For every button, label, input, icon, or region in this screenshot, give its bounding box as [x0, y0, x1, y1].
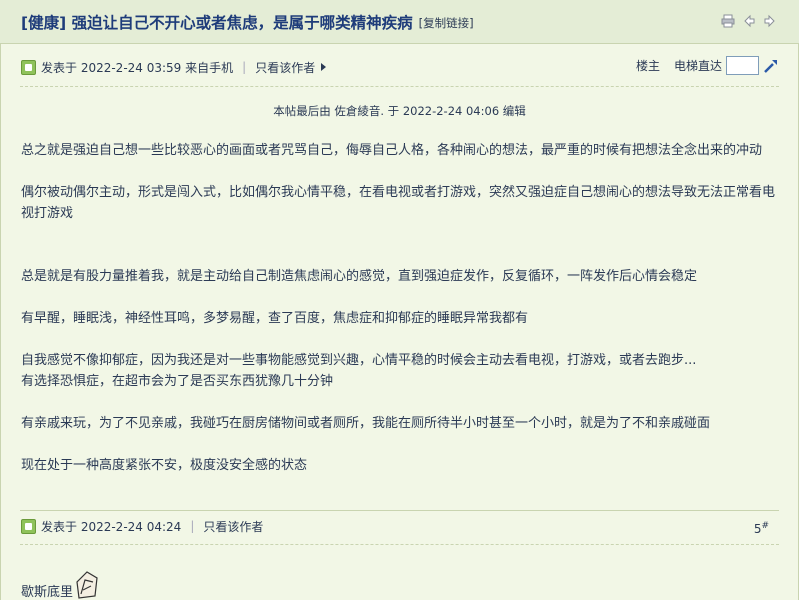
triangle-right-icon [321, 63, 327, 71]
post-paragraph: 总之就是强迫自己想一些比较恶心的画面或者咒骂自己，侮辱自己人格，各种闹心的想法，… [21, 143, 763, 158]
post2-only-author-link[interactable]: 只看该作者 [203, 518, 263, 535]
copy-link-button[interactable]: [复制链接] [419, 15, 474, 31]
post2-divider [20, 544, 779, 545]
print-icon[interactable] [721, 14, 735, 28]
post2-posted-time: 发表于 2022-2-24 04:24 [41, 519, 182, 534]
post-paragraph: 自我感觉不像抑郁症，因为我还是对一些事物能感觉到兴趣，心情平稳的时候会主动去看电… [21, 353, 697, 368]
post2-meta: 发表于 2022-2-24 04:24 | 只看该作者 [21, 517, 263, 535]
floor-suffix: # [761, 521, 769, 531]
floor-label: 楼主 [635, 59, 660, 73]
meta-separator: | [242, 60, 247, 74]
online-user-icon [21, 59, 36, 75]
thread-title-bar: [健康] 强迫让自己不开心或者焦虑，是属于哪类精神疾病 [复制链接] [0, 0, 799, 44]
floor-number[interactable]: 5# [754, 521, 769, 536]
jump-go-icon[interactable] [763, 58, 779, 74]
post1-posted-time: 发表于 2022-2-24 03:59 来自手机 [41, 60, 234, 75]
edit-note: 本帖最后由 佐倉綾音. 于 2022-2-24 04:06 编辑 [273, 104, 526, 118]
jump-to-floor-label: 电梯直达 [673, 59, 722, 73]
meta-separator: | [190, 519, 195, 533]
post1-only-author-link[interactable]: 只看该作者 [255, 59, 315, 76]
post1-meta: 发表于 2022-2-24 03:59 来自手机 | 只看该作者 [21, 58, 327, 76]
emoticon-icon [76, 571, 98, 599]
post2-body: 歇斯底里 [21, 570, 99, 600]
thread-title: [健康] 强迫让自己不开心或者焦虑，是属于哪类精神疾病 [21, 13, 413, 32]
post-paragraph: 有早醒，睡眠浅，神经性耳鸣，多梦易醒，查了百度，焦虑症和抑郁症的睡眠异常我都有 [21, 311, 529, 326]
jump-floor-input[interactable] [726, 56, 759, 75]
post1-divider [20, 86, 779, 87]
next-icon[interactable] [763, 14, 777, 28]
post1-right-tools: 楼主 电梯直达 [636, 56, 779, 75]
post-paragraph: 有亲戚来玩，为了不见亲戚，我碰巧在厨房储物间或者厕所，我能在厕所待半小时甚至一个… [21, 416, 711, 431]
post2-text: 歇斯底里 [21, 585, 74, 600]
post-paragraph: 偶尔被动偶尔主动，形式是闯入式，比如偶尔我心情平稳，在看电视或者打游戏，突然又强… [21, 185, 776, 221]
post-paragraph: 总是就是有股力量推着我，就是主动给自己制造焦虑闹心的感觉，直到强迫症发作，反复循… [21, 269, 698, 284]
post1-body: 总之就是强迫自己想一些比较恶心的画面或者咒骂自己，侮辱自己人格，各种闹心的想法，… [21, 140, 781, 497]
prev-icon[interactable] [742, 14, 756, 28]
title-toolbar [721, 14, 777, 28]
online-user-icon [21, 518, 36, 534]
post-paragraph: 现在处于一种高度紧张不安，极度没安全感的状态 [21, 458, 308, 473]
post-paragraph: 有选择恐惧症，在超市会为了是否买东西犹豫几十分钟 [21, 374, 334, 389]
post-separator [20, 510, 779, 511]
